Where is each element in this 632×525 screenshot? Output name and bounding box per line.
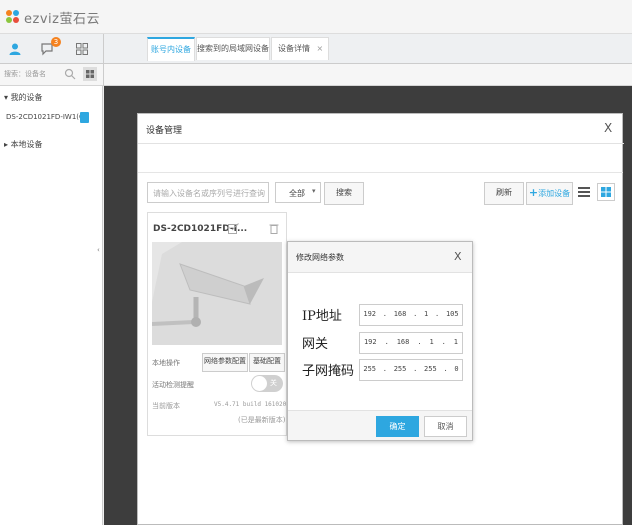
toggle-label: 关: [270, 379, 277, 387]
logo-text: ezviz萤石云: [24, 11, 100, 27]
tree-my-devices-label: 我的设备: [10, 93, 43, 102]
user-icon[interactable]: [8, 42, 22, 56]
tree-my-devices[interactable]: ▾ 我的设备: [4, 92, 43, 103]
device-item-label: DS-2CD1021FD-IW1(C*: [6, 113, 88, 121]
refresh-button[interactable]: 刷新: [484, 182, 524, 205]
confirm-button[interactable]: 确定: [376, 416, 419, 437]
tab-underline: [138, 172, 623, 173]
search-button[interactable]: 搜索: [324, 182, 364, 205]
search-bar: 搜索：设备名: [0, 64, 632, 86]
tab-lan-devices[interactable]: 搜索到的局域网设备: [196, 37, 270, 60]
caret-down-icon: ▾: [312, 187, 316, 195]
subnet-mask-input[interactable]: 255. 255. 255. 0: [359, 359, 463, 381]
subnet-mask-label: 子网掩码: [302, 364, 355, 379]
gateway-octet[interactable]: 1: [454, 333, 458, 353]
ip-octet[interactable]: 192: [363, 305, 376, 325]
device-tree-sidebar: ▾ 我的设备 DS-2CD1021FD-IW1(C* ▸ 本地设备 ‹: [0, 86, 103, 525]
toggle-knob: [252, 376, 267, 391]
divider: [103, 34, 104, 64]
tab-device-details-label: 设备详情: [278, 44, 310, 53]
grid-view-icon[interactable]: [83, 67, 97, 81]
ip-address-label: IP地址: [302, 309, 342, 324]
gateway-octet[interactable]: 168: [397, 333, 410, 353]
ip-address-input[interactable]: 192. 168. 1. 105: [359, 304, 463, 326]
motion-detect-toggle[interactable]: 关: [251, 375, 283, 392]
dialog-close-button[interactable]: X: [604, 121, 612, 135]
firmware-label: 当前版本: [152, 402, 180, 410]
notification-badge: 3: [51, 37, 61, 47]
ezviz-logo: ezviz萤石云: [6, 8, 100, 27]
firmware-note: (已是最新版本): [238, 416, 286, 424]
net-dialog-header: 修改网络参数 X: [288, 242, 472, 273]
apps-grid-icon[interactable]: [76, 43, 88, 55]
divider: [103, 64, 104, 86]
firmware-version: V5.4.71 build 161020: [214, 401, 287, 408]
ip-octet[interactable]: 1: [424, 305, 428, 325]
cancel-button[interactable]: 取消: [424, 416, 467, 437]
network-params-dialog: 修改网络参数 X IP地址 网关 子网掩码 192. 168. 1. 105 1…: [287, 241, 473, 441]
search-icon[interactable]: [64, 68, 76, 80]
device-file-icon[interactable]: [80, 112, 89, 123]
add-device-button[interactable]: +添加设备: [526, 182, 573, 205]
mask-octet[interactable]: 255: [424, 360, 437, 380]
device-search-field[interactable]: 请输入设备名或序列号进行查询: [147, 182, 269, 203]
local-ops-label: 本地操作: [152, 359, 180, 367]
edit-icon[interactable]: [228, 223, 239, 234]
tab-close-icon[interactable]: ×: [317, 44, 324, 53]
camera-icon: [151, 242, 282, 345]
device-search-placeholder: 请输入设备名或序列号进行查询: [153, 189, 265, 198]
tile-view-icon[interactable]: [597, 183, 615, 201]
tree-device-item[interactable]: DS-2CD1021FD-IW1(C*: [6, 113, 87, 121]
camera-image: [151, 242, 282, 345]
motion-detect-label: 活动检测提醒: [152, 381, 194, 389]
tree-local-devices[interactable]: ▸ 本地设备: [4, 139, 43, 150]
delete-icon[interactable]: [269, 223, 279, 234]
ezviz-logo-icon: [6, 10, 20, 24]
mask-octet[interactable]: 255: [394, 360, 407, 380]
ip-octet[interactable]: 105: [446, 305, 459, 325]
restore-config-button[interactable]: 基础配置: [249, 353, 285, 372]
device-search-input[interactable]: 搜索：设备名: [4, 69, 62, 79]
filter-select[interactable]: 全部 ▾: [275, 182, 321, 203]
top-bar: ezviz萤石云: [0, 0, 632, 34]
mask-octet[interactable]: 0: [454, 360, 458, 380]
ip-octet[interactable]: 168: [394, 305, 407, 325]
filter-select-value: 全部: [289, 189, 305, 198]
dialog-title: 设备管理: [146, 126, 183, 136]
dialog-header: 设备管理 X: [138, 114, 624, 144]
tab-account-devices[interactable]: 账号内设备: [147, 37, 195, 61]
tree-local-devices-label: 本地设备: [10, 140, 43, 149]
plus-icon: +: [528, 186, 539, 199]
list-view-icon[interactable]: [576, 184, 592, 200]
collapse-handle[interactable]: ‹: [97, 246, 100, 254]
gateway-octet[interactable]: 192: [364, 333, 377, 353]
mask-octet[interactable]: 255: [363, 360, 376, 380]
gateway-input[interactable]: 192. 168. 1. 1: [359, 332, 463, 354]
network-params-button[interactable]: 网络参数配置: [202, 353, 248, 372]
net-dialog-footer: 确定 取消: [288, 410, 472, 440]
tab-device-details[interactable]: 设备详情 ×: [271, 37, 329, 60]
net-dialog-title: 修改网络参数: [296, 253, 344, 262]
net-dialog-close-button[interactable]: X: [454, 250, 462, 263]
gateway-label: 网关: [302, 337, 329, 352]
add-device-label: 添加设备: [538, 189, 571, 198]
gateway-octet[interactable]: 1: [429, 333, 433, 353]
